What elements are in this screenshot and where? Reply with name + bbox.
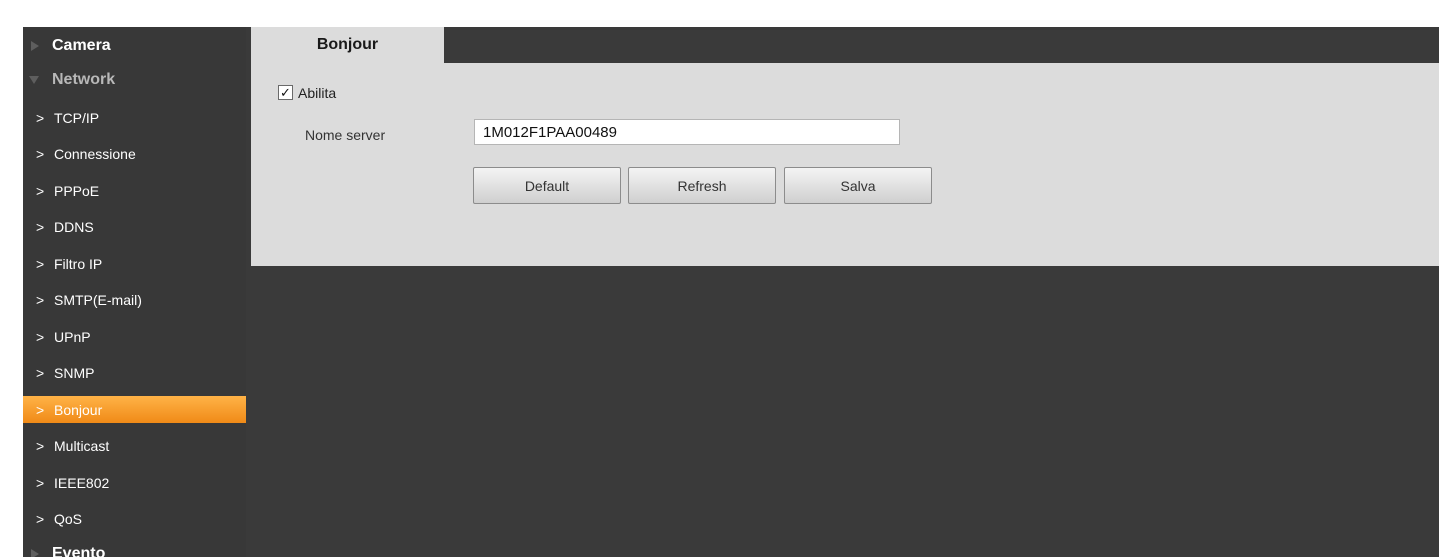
sidebar-item-network[interactable]: Network [23,63,246,97]
default-button[interactable]: Default [473,167,621,204]
app-frame: Camera Network > TCP/IP > Connessione > PPPoE… [23,27,1439,557]
sidebar-item-smtp-e-mail[interactable]: > SMTP(E-mail) [23,287,246,314]
bonjour-settings-panel: ✓ Abilita Nome server Default Refresh Sa… [251,63,1439,266]
checkmark-icon: ✓ [280,85,291,100]
tab-label: Bonjour [316,36,379,53]
chevron-right-icon: > [36,511,45,527]
sidebar-item-tcp-ip[interactable]: > TCP/IP [23,104,246,131]
sidebar-item-label: Camera [52,37,111,54]
sidebar-item-label: Network [52,71,116,88]
sidebar-item-label: PPPoE [54,182,100,199]
chevron-right-icon: > [36,474,45,491]
chevron-right-icon: > [36,109,45,126]
sidebar-item-label: Multicast [54,438,110,454]
sidebar-item-multicast[interactable]: > Multicast [23,433,246,460]
sidebar-item-ieee802[interactable]: > IEEE802 [23,469,246,496]
sidebar-item-ddns[interactable]: > DDNS [23,214,246,241]
chevron-right-icon: > [36,401,45,418]
chevron-right-icon: > [36,146,45,162]
sidebar-item-label: Bonjour [54,401,103,418]
chevron-right-icon: > [36,328,45,345]
chevron-right-icon: > [36,365,45,381]
sidebar: Camera Network > TCP/IP > Connessione > PPPoE… [23,27,246,557]
expand-arrow-icon [31,549,39,557]
sidebar-item-connessione[interactable]: > Connessione [23,141,246,168]
chevron-right-icon: > [36,182,45,199]
server-name-label: Nome server [305,127,386,143]
sidebar-item-camera[interactable]: Camera [23,29,246,63]
collapse-arrow-icon [29,76,39,84]
sidebar-item-label: SNMP [54,365,95,381]
server-name-input[interactable] [474,119,900,145]
sidebar-item-label: TCP/IP [54,109,100,126]
chevron-right-icon: > [36,438,45,454]
sidebar-item-label: DDNS [54,219,94,235]
sidebar-item-snmp[interactable]: > SNMP [23,360,246,387]
sidebar-item-label: IEEE802 [54,474,110,491]
sidebar-item-qos[interactable]: > QoS [23,506,246,533]
sidebar-item-label: Filtro IP [54,255,103,272]
chevron-right-icon: > [36,219,45,235]
sidebar-item-pppoe[interactable]: > PPPoE [23,177,246,204]
chevron-right-icon: > [36,255,45,272]
sidebar-item-bonjour[interactable]: > Bonjour [23,396,246,423]
sidebar-item-label: Evento [52,545,106,557]
refresh-button[interactable]: Refresh [628,167,776,204]
tab-bonjour[interactable]: Bonjour [251,27,444,63]
enable-label: Abilita [298,85,337,101]
sidebar-item-label: UPnP [54,328,91,345]
expand-arrow-icon [31,41,39,51]
enable-checkbox[interactable]: ✓ [278,85,293,100]
sidebar-item-label: QoS [54,511,83,527]
sidebar-item-label: Connessione [54,146,136,162]
sidebar-item-evento[interactable]: Evento [23,537,246,557]
sidebar-item-label: SMTP(E-mail) [54,292,142,308]
save-button[interactable]: Salva [784,167,932,204]
sidebar-item-filtro-ip[interactable]: > Filtro IP [23,250,246,277]
chevron-right-icon: > [36,292,45,308]
sidebar-item-upnp[interactable]: > UPnP [23,323,246,350]
